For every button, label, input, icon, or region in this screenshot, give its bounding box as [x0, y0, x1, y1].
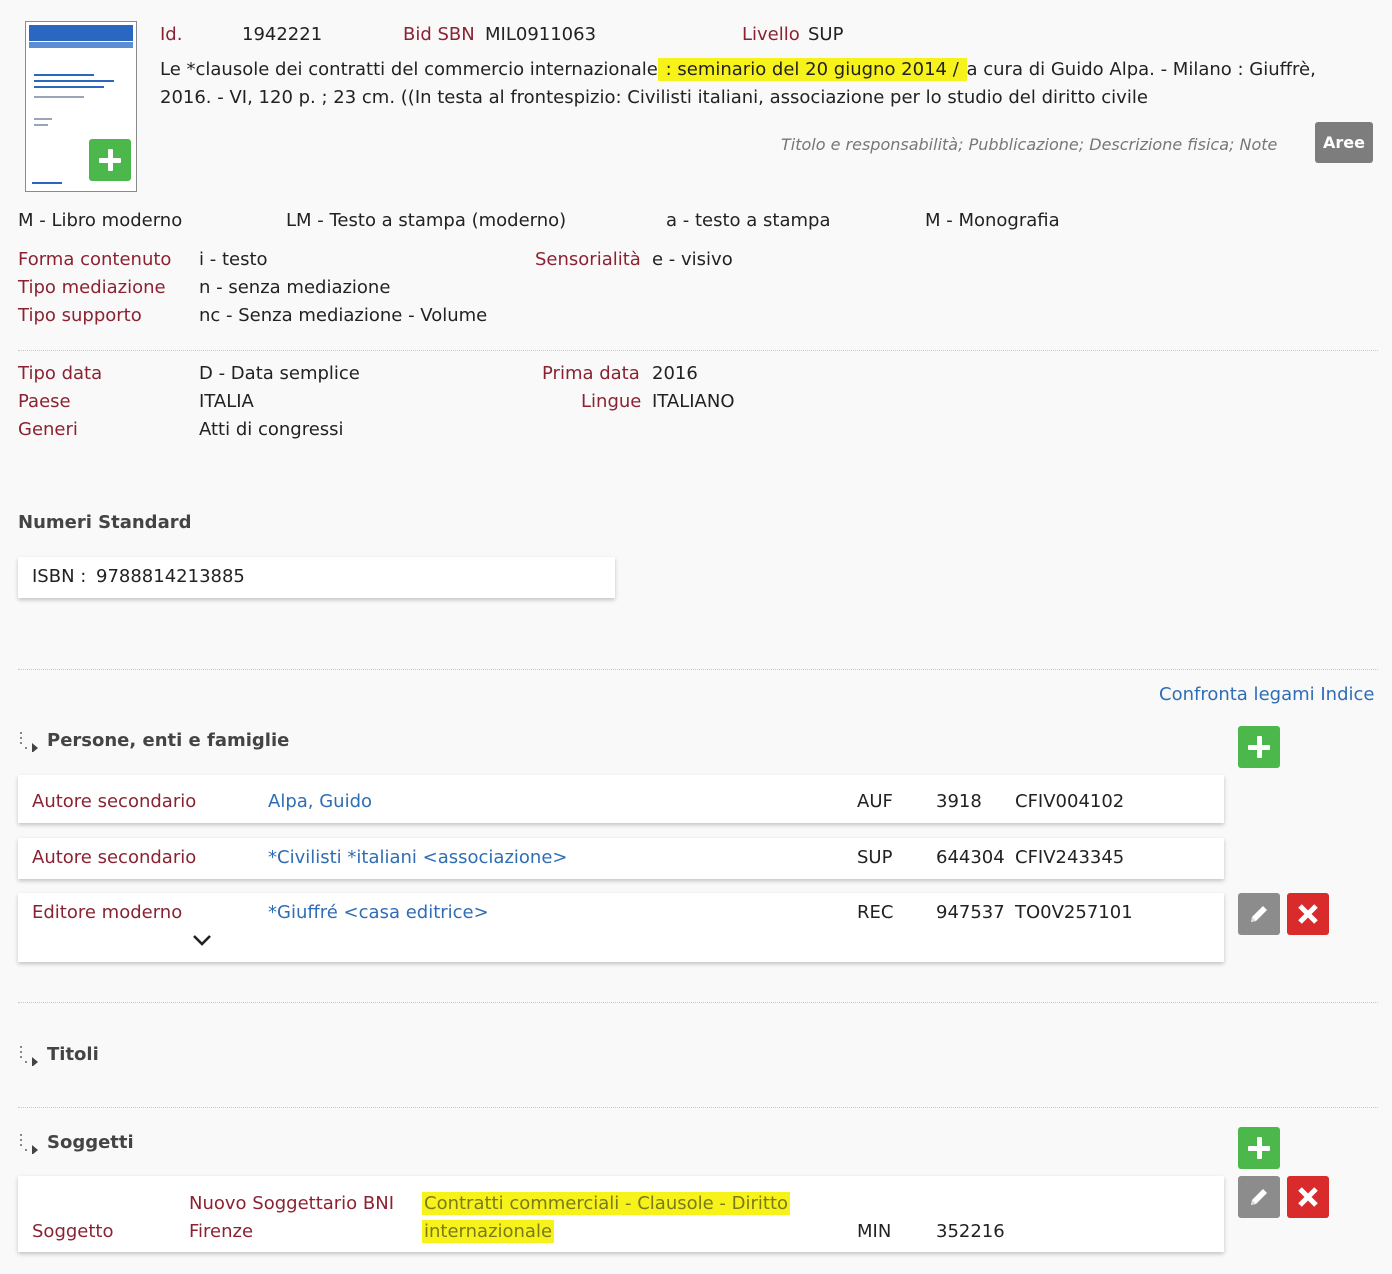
description-highlight: : seminario del 20 giugno 2014 /	[657, 58, 967, 81]
soggetti-section-title[interactable]: Soggetti	[47, 1131, 134, 1155]
persona-role: Autore secondario	[32, 847, 197, 868]
divider	[18, 1107, 1378, 1108]
forma-contenuto-label: Forma contenuto	[18, 249, 172, 270]
pencil-icon	[1251, 906, 1267, 922]
persona-number: 3918	[936, 791, 982, 812]
tipo-data-value: D - Data semplice	[199, 363, 360, 384]
livello-bibliografico: M - Monografia	[925, 210, 1060, 231]
soggetto-level: MIN	[857, 1221, 892, 1242]
record-description-line2: 2016. - VI, 120 p. ; 23 cm. ((In testa a…	[160, 87, 1148, 108]
add-persona-button[interactable]	[1238, 726, 1280, 768]
persona-role: Autore secondario	[32, 791, 197, 812]
prima-data-label: Prima data	[542, 363, 640, 384]
sensorialita-value: e - visivo	[652, 249, 733, 270]
soggetto-term-line1[interactable]: Contratti commerciali - Clausole - Dirit…	[422, 1192, 791, 1216]
persona-code: CFIV243345	[1015, 847, 1125, 868]
natura: M - Libro moderno	[18, 210, 183, 231]
soggetto-term-highlight: Contratti commerciali - Clausole - Dirit…	[422, 1192, 791, 1215]
tipo-materiale: LM - Testo a stampa (moderno)	[286, 210, 567, 231]
generi-label: Generi	[18, 419, 78, 440]
tipo-supporto-label: Tipo supporto	[18, 305, 142, 326]
edit-button[interactable]	[1238, 1176, 1280, 1218]
divider	[18, 350, 1378, 351]
persone-section-title[interactable]: Persone, enti e famiglie	[47, 729, 289, 753]
isbn-value: 9788814213885	[96, 566, 245, 587]
prima-data-value: 2016	[652, 363, 698, 384]
tipo-record: a - testo a stampa	[666, 210, 831, 231]
add-cover-button[interactable]	[89, 139, 131, 181]
areas-note: Titolo e responsabilità; Pubblicazione; …	[781, 135, 1278, 154]
confronta-legami-link[interactable]: Confronta legami Indice	[1159, 683, 1374, 707]
divider	[18, 669, 1378, 670]
pencil-icon	[1251, 1189, 1267, 1205]
soggetto-role: Soggetto	[32, 1221, 114, 1242]
persona-number: 644304	[936, 847, 1005, 868]
record-description-line1: Le *clausole dei contratti del commercio…	[160, 58, 1316, 82]
persona-row: Autore secondario *Civilisti *italiani <…	[18, 838, 1224, 879]
persona-code: CFIV004102	[1015, 791, 1125, 812]
tipo-data-label: Tipo data	[18, 363, 103, 384]
description-responsibility: a cura di Guido Alpa. - Milano : Giuffrè…	[966, 59, 1316, 80]
tree-arrow-icon[interactable]	[18, 1132, 40, 1154]
livello-label: Livello	[742, 24, 800, 45]
tree-arrow-icon[interactable]	[18, 1044, 40, 1066]
persona-level: AUF	[857, 791, 893, 812]
lingue-label: Lingue	[581, 391, 642, 412]
persona-number: 947537	[936, 902, 1005, 923]
paese-label: Paese	[18, 391, 71, 412]
livello-value: SUP	[808, 24, 844, 45]
isbn-box: ISBN : 9788814213885	[18, 557, 615, 598]
add-soggetto-button[interactable]	[1238, 1127, 1280, 1169]
numeri-standard-title: Numeri Standard	[18, 512, 192, 533]
generi-value: Atti di congressi	[199, 419, 344, 440]
titoli-section-title[interactable]: Titoli	[47, 1043, 99, 1067]
bid-value: MIL0911063	[485, 24, 597, 45]
tipo-mediazione-value: n - senza mediazione	[199, 277, 391, 298]
tipo-mediazione-label: Tipo mediazione	[18, 277, 166, 298]
sensorialita-label: Sensorialità	[535, 249, 641, 270]
id-value: 1942221	[242, 24, 323, 45]
persona-role: Editore moderno	[32, 902, 183, 923]
close-icon	[1298, 1187, 1318, 1207]
id-label: Id.	[160, 24, 183, 45]
soggettario-line2: Firenze	[189, 1221, 254, 1242]
paese-value: ITALIA	[199, 391, 254, 412]
bid-label: Bid SBN	[403, 24, 475, 45]
description-title: Le *clausole dei contratti del commercio…	[160, 59, 658, 80]
soggetto-number: 352216	[936, 1221, 1005, 1242]
persona-code: TO0V257101	[1015, 902, 1133, 923]
persona-row: Autore secondario Alpa, Guido AUF 3918 C…	[18, 775, 1224, 823]
soggetto-term-line2[interactable]: internazionale	[422, 1220, 555, 1244]
persona-name-link[interactable]: *Civilisti *italiani <associazione>	[268, 846, 567, 870]
forma-contenuto-value: i - testo	[199, 249, 268, 270]
tipo-supporto-value: nc - Senza mediazione - Volume	[199, 305, 488, 326]
isbn-label: ISBN :	[32, 566, 87, 587]
persona-name-link[interactable]: Alpa, Guido	[268, 790, 372, 814]
divider	[18, 1002, 1378, 1003]
soggettario-line1: Nuovo Soggettario BNI	[189, 1193, 395, 1214]
lingue-value: ITALIANO	[652, 391, 735, 412]
persona-level: REC	[857, 902, 894, 923]
aree-button[interactable]: Aree	[1315, 122, 1373, 163]
close-icon	[1298, 904, 1318, 924]
delete-button[interactable]	[1287, 893, 1329, 935]
persona-name-link[interactable]: *Giuffré <casa editrice>	[268, 901, 489, 925]
tree-arrow-icon[interactable]	[18, 730, 40, 752]
soggetto-row: Soggetto Nuovo Soggettario BNI Firenze C…	[18, 1176, 1224, 1252]
chevron-down-icon[interactable]	[192, 933, 212, 949]
delete-button[interactable]	[1287, 1176, 1329, 1218]
persona-row: Editore moderno *Giuffré <casa editrice>…	[18, 893, 1224, 962]
soggetto-term-highlight: internazionale	[422, 1220, 555, 1243]
persona-level: SUP	[857, 847, 893, 868]
edit-button[interactable]	[1238, 893, 1280, 935]
